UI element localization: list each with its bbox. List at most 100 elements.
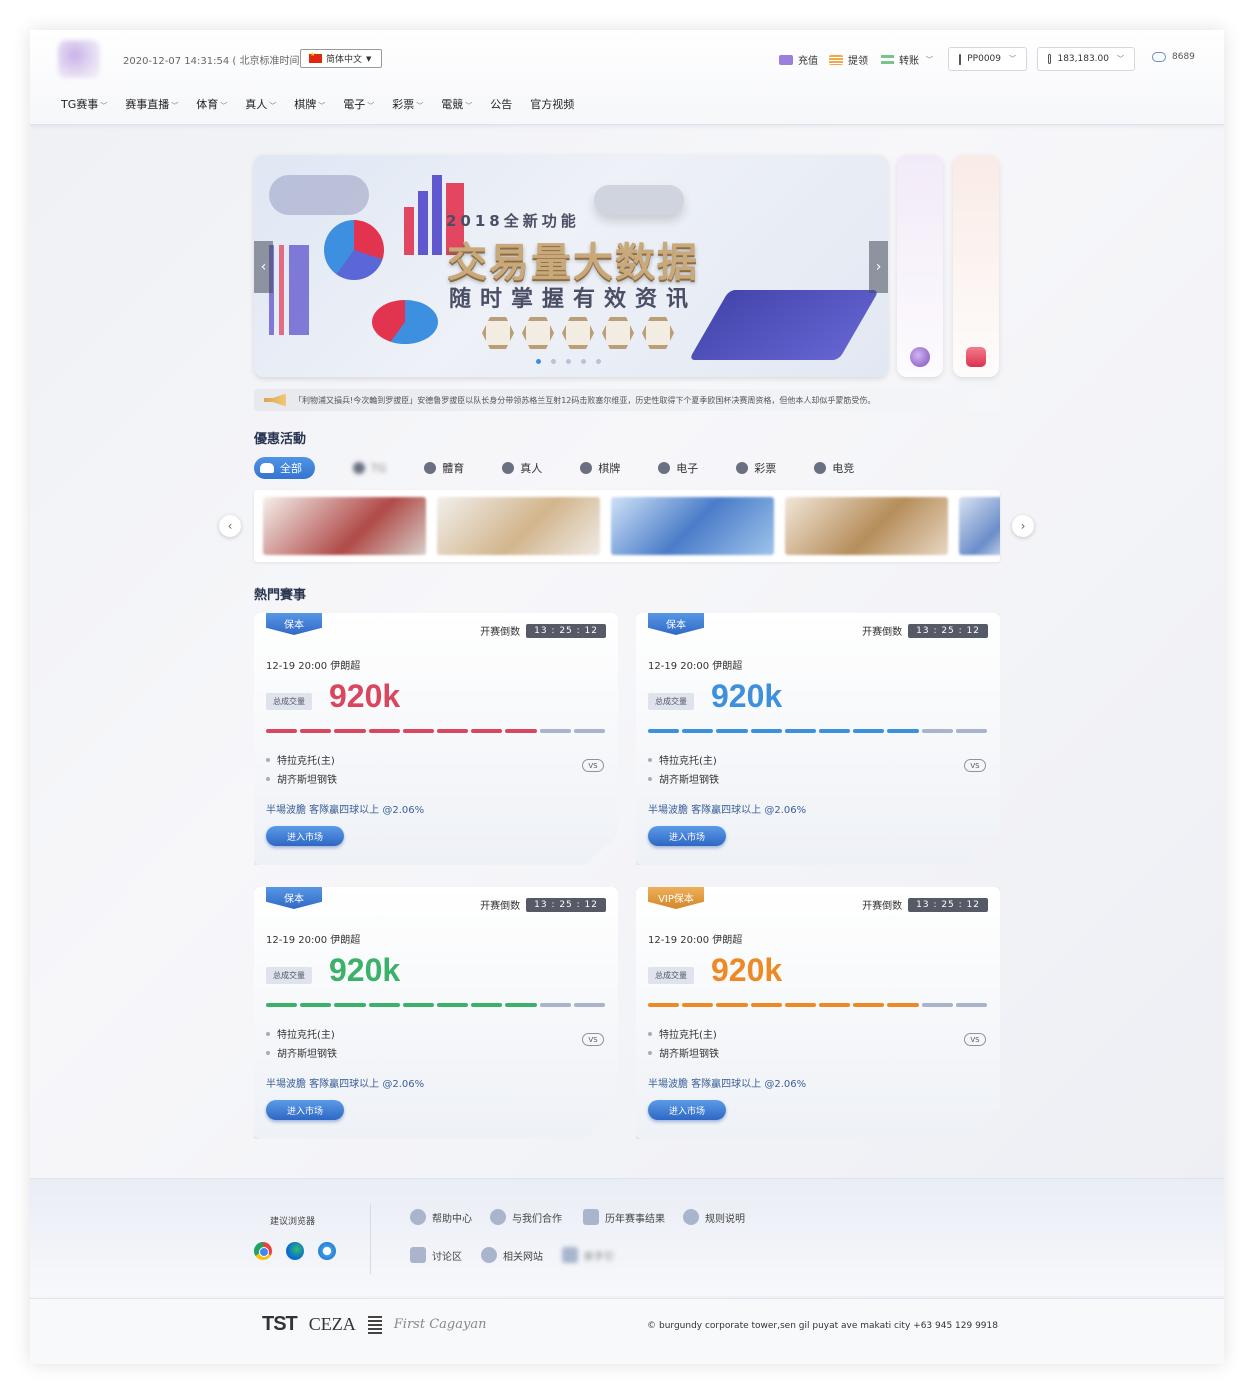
safari-icon[interactable]: [318, 1242, 336, 1260]
tab-tg[interactable]: TG: [353, 462, 386, 475]
nav-item-esports[interactable]: 電競 ﹀: [441, 96, 472, 112]
enter-market-button[interactable]: 进入市场: [266, 1100, 344, 1120]
countdown-label: 开赛倒数: [862, 627, 903, 638]
match-card[interactable]: 保本 开赛倒数 13 : 25 : 12 12-19 20:00 伊朗超 总成交…: [636, 613, 1000, 865]
footer-link-help[interactable]: 帮助中心: [410, 1209, 472, 1225]
pagination-dot[interactable]: [581, 359, 586, 364]
tab-all[interactable]: 全部: [254, 457, 315, 479]
nav-item-live-casino[interactable]: 真人 ﹀: [245, 96, 276, 112]
match-time-league: 12-19 20:00 伊朗超: [266, 935, 361, 946]
diamond-icon: [502, 462, 515, 474]
enter-market-button[interactable]: 进入市场: [648, 826, 726, 846]
side-card-games[interactable]: [953, 155, 999, 377]
volume-value: 920k: [329, 952, 401, 988]
enter-market-button[interactable]: 进入市场: [648, 1100, 726, 1120]
datetime: 2020-12-07 14:31:54 ( 北京标准时间 ): [123, 56, 307, 67]
pagination-dot[interactable]: [596, 359, 601, 364]
bar-graphic: [269, 245, 309, 335]
footer-link-rules[interactable]: 规则说明: [683, 1209, 745, 1225]
tab-lottery[interactable]: 彩票: [736, 460, 776, 476]
nav-item-chess[interactable]: 棋牌 ﹀: [294, 96, 325, 112]
match-time-league: 12-19 20:00 伊朗超: [648, 935, 743, 946]
volume-bar-segment: [334, 729, 366, 733]
enter-market-button[interactable]: 进入市场: [266, 826, 344, 846]
footer-link-sites[interactable]: 相关网站: [481, 1247, 543, 1263]
nav-item-tg[interactable]: TG赛事 ﹀: [61, 96, 107, 112]
chevron-down-icon: ﹀: [220, 102, 228, 110]
match-tag-ribbon: 保本: [648, 613, 704, 635]
promo-banner[interactable]: [611, 497, 774, 555]
promo-prev-arrow[interactable]: ‹: [219, 515, 241, 537]
vs-badge: VS: [964, 759, 986, 772]
volume-bar-segment: [505, 1003, 537, 1007]
volume-bar-segment: [716, 729, 748, 733]
site-logo[interactable]: [58, 40, 100, 78]
tab-esports[interactable]: 电竞: [814, 460, 854, 476]
balance: 183,183.00: [1057, 54, 1109, 64]
online-users[interactable]: 8689: [1152, 52, 1195, 62]
match-card[interactable]: 保本 开赛倒数 13 : 25 : 12 12-19 20:00 伊朗超 总成交…: [254, 887, 618, 1139]
help-icon: [410, 1209, 426, 1225]
nav-item-videos[interactable]: 官方视频: [530, 96, 574, 112]
wallet-menu[interactable]: 183,183.00 ﹀: [1037, 47, 1135, 71]
transfer-button[interactable]: 转账 ﹀: [881, 52, 933, 67]
banner-title: 交易量大数据: [447, 239, 699, 286]
match-card[interactable]: VIP保本 开赛倒数 13 : 25 : 12 12-19 20:00 伊朗超 …: [636, 887, 1000, 1139]
volume-bar-segment: [266, 729, 298, 733]
recharge-button[interactable]: 充值: [779, 52, 818, 67]
pagination-dot[interactable]: [566, 359, 571, 364]
chat-icon: [410, 1247, 426, 1263]
promo-banner[interactable]: [263, 497, 426, 555]
tab-chess[interactable]: 棋牌: [580, 460, 620, 476]
nav-item-lottery[interactable]: 彩票 ﹀: [392, 96, 423, 112]
footer-link-partner[interactable]: 与我们合作: [490, 1209, 562, 1225]
withdraw-button[interactable]: 提领: [829, 52, 868, 67]
withdraw-label: 提领: [848, 56, 868, 67]
volume-value: 920k: [329, 678, 401, 714]
user-menu[interactable]: PP0009 ﹀: [948, 47, 1027, 71]
announcement-marquee[interactable]: 「利物浦又損兵!今次輪到罗拔臣」安德鲁罗拔臣以队长身分带领苏格兰互射12码击败塞…: [254, 389, 1000, 411]
tab-sports[interactable]: 體育: [424, 460, 464, 476]
footer-link-forum[interactable]: 讨论区: [410, 1247, 462, 1263]
volume-bar: [648, 1003, 988, 1007]
nav-item-announcement[interactable]: 公告: [490, 96, 512, 112]
chrome-icon[interactable]: [254, 1242, 272, 1260]
volume-bar-segment: [539, 1003, 571, 1007]
home-team: 特拉克托(主): [648, 752, 717, 767]
volume-bar-segment: [437, 1003, 469, 1007]
volume-bar-segment: [921, 729, 953, 733]
promo-banner[interactable]: [785, 497, 948, 555]
hexagon-icon: [642, 317, 674, 349]
pagination-dot[interactable]: [551, 359, 556, 364]
countdown-timer: 13 : 25 : 12: [908, 623, 988, 638]
volume-bar-segment: [300, 729, 332, 733]
volume-bar-segment: [716, 1003, 748, 1007]
footer-link-guide[interactable]: 新手引: [562, 1247, 614, 1263]
volume-bar-segment: [853, 1003, 885, 1007]
promo-next-arrow[interactable]: ›: [1012, 515, 1034, 537]
footer: 建议浏览器 帮助中心 与我们合作 历年赛事结果 规则说明 讨论区 相关网站 新手…: [30, 1178, 1224, 1296]
nav-item-live[interactable]: 赛事直播 ﹀: [125, 96, 178, 112]
promo-banner[interactable]: [959, 497, 1000, 555]
hero-banner[interactable]: 2018全新功能 交易量大数据 随时掌握有效资讯 ‹ ›: [254, 155, 888, 377]
edge-icon[interactable]: [286, 1242, 304, 1260]
match-card[interactable]: 保本 开赛倒数 13 : 25 : 12 12-19 20:00 伊朗超 总成交…: [254, 613, 618, 865]
nav-item-sports[interactable]: 体育 ﹀: [196, 96, 227, 112]
language-select[interactable]: 简体中文 ▼: [300, 49, 382, 68]
nav-item-slots[interactable]: 電子 ﹀: [343, 96, 374, 112]
footer-link-results[interactable]: 历年赛事结果: [583, 1209, 665, 1225]
china-flag-icon: [309, 51, 322, 63]
side-card-sports[interactable]: [897, 155, 943, 377]
tab-slots[interactable]: 电子: [658, 460, 698, 476]
volume-bar-segment: [471, 1003, 503, 1007]
banner-next-arrow[interactable]: ›: [869, 241, 888, 293]
card-icon: [779, 54, 793, 65]
ceza-logo: CEZA: [308, 1314, 356, 1334]
recharge-label: 充值: [798, 56, 818, 67]
hexagon-icon: [602, 317, 634, 349]
promo-banner[interactable]: [437, 497, 600, 555]
lottery-icon: [736, 462, 749, 474]
pagination-dot[interactable]: [536, 359, 541, 364]
banner-prev-arrow[interactable]: ‹: [254, 241, 273, 293]
tab-live[interactable]: 真人: [502, 460, 542, 476]
